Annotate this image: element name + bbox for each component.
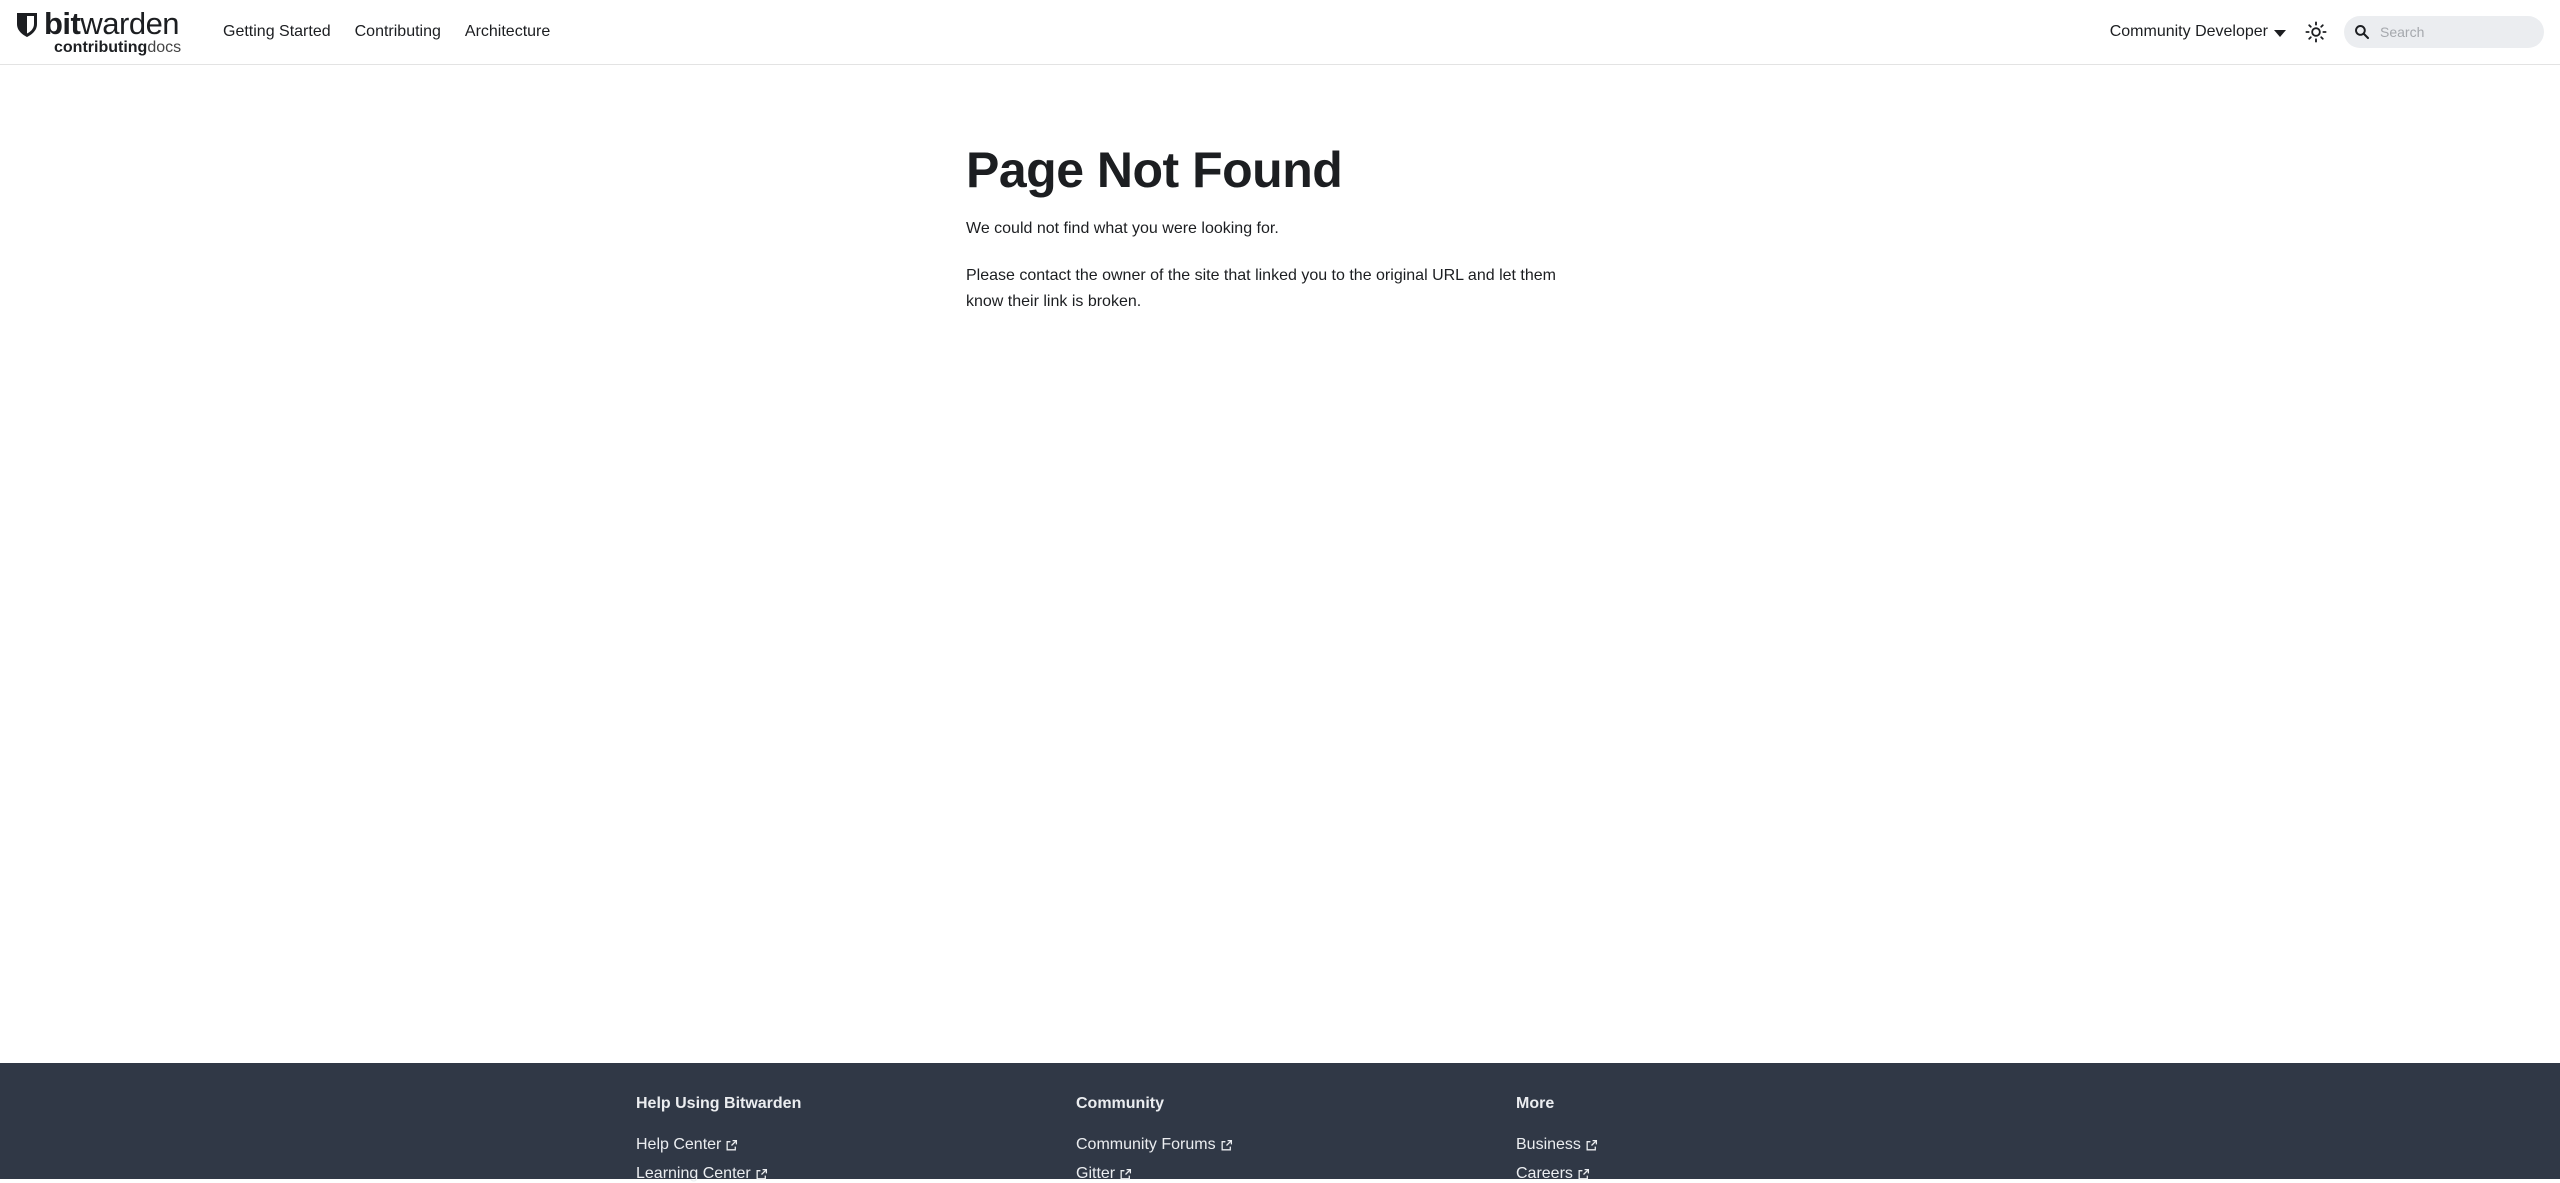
navbar: bitwarden contributingdocs Getting Start…: [0, 0, 2560, 65]
nav-right: Community Developer: [2110, 0, 2544, 64]
footer-link-label: Gitter: [1076, 1165, 1116, 1182]
brand-wordmark-bold: bit: [44, 6, 81, 41]
community-developer-dropdown[interactable]: Community Developer: [2110, 23, 2286, 41]
external-link-icon: [1221, 1139, 1232, 1150]
brand-subtitle-bold: contributing: [54, 39, 148, 56]
theme-toggle-button[interactable]: [2300, 16, 2332, 48]
brand-text: bitwarden contributingdocs: [44, 8, 181, 56]
shield-icon: [17, 13, 37, 37]
footer-link-learning-center[interactable]: Learning Center: [636, 1165, 768, 1183]
search-box[interactable]: [2344, 16, 2544, 48]
footer-link-careers[interactable]: Careers: [1516, 1165, 1590, 1183]
nav-link-architecture[interactable]: Architecture: [453, 23, 562, 41]
footer-link-gitter[interactable]: Gitter: [1076, 1165, 1132, 1183]
dropdown-label: Community Developer: [2109, 23, 2268, 40]
footer-link-label: Community Forums: [1076, 1136, 1216, 1153]
page-title: Page Not Found: [966, 142, 1343, 198]
footer-column-title: More: [1516, 1095, 1555, 1112]
brand-wordmark-regular: warden: [80, 6, 180, 41]
external-link-icon: [1586, 1139, 1597, 1150]
caret-down-icon: [2274, 29, 2286, 37]
footer-link-label: Learning Center: [636, 1165, 751, 1182]
brand-subtitle-regular: docs: [147, 39, 182, 56]
nav-link-contributing[interactable]: Contributing: [343, 23, 453, 41]
footer: Help Using Bitwarden Help Center Learnin…: [0, 1063, 2560, 1182]
sun-icon: [2305, 21, 2327, 43]
footer-link-community-forums[interactable]: Community Forums: [1076, 1136, 1233, 1154]
nav-link-getting-started[interactable]: Getting Started: [211, 23, 343, 41]
footer-link-label: Business: [1516, 1136, 1581, 1153]
footer-link-help-center[interactable]: Help Center: [636, 1136, 738, 1154]
nav-links: Getting Started Contributing Architectur…: [211, 0, 562, 64]
footer-column-title: Help Using Bitwarden: [636, 1095, 802, 1112]
main-content: Page Not Found We could not find what yo…: [966, 140, 1596, 315]
brand-logo-link[interactable]: bitwarden contributingdocs: [16, 8, 186, 56]
footer-link-label: Help Center: [636, 1136, 722, 1153]
contact-owner-message: Please contact the owner of the site tha…: [966, 267, 1556, 310]
external-link-icon: [726, 1139, 738, 1150]
brand-subtitle: contributingdocs: [54, 40, 181, 56]
search-input[interactable]: [2378, 23, 2528, 41]
search-icon: [2355, 25, 2370, 40]
footer-link-business[interactable]: Business: [1516, 1136, 1598, 1154]
footer-column-title: Community: [1076, 1095, 1164, 1112]
brand-wordmark: bitwarden: [44, 8, 181, 39]
footer-link-label: Careers: [1516, 1165, 1573, 1182]
not-found-message: We could not find what you were looking …: [966, 220, 1279, 237]
